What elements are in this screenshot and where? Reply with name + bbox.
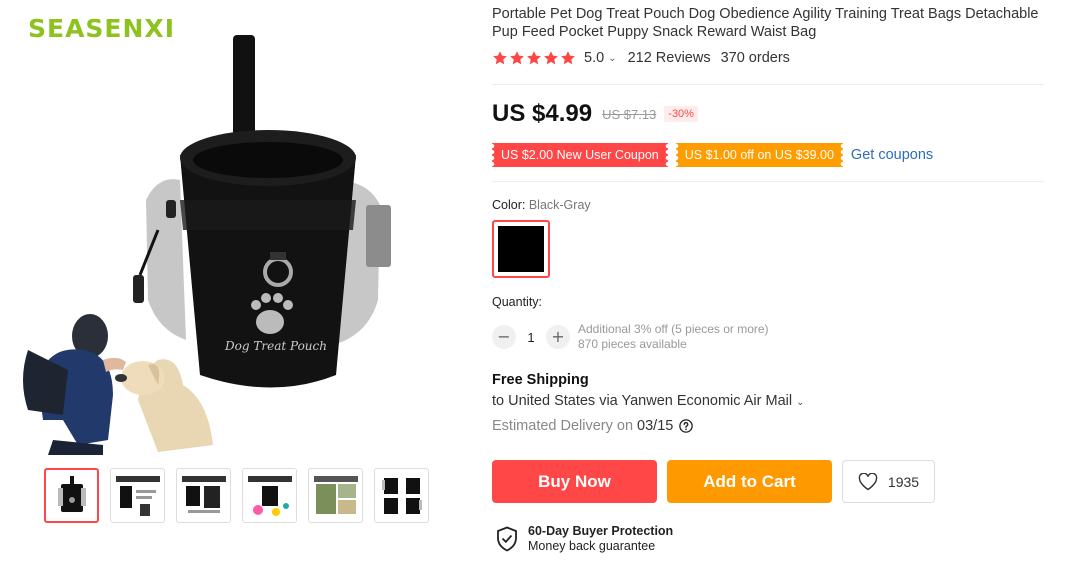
thumbnail-image bbox=[57, 475, 86, 512]
heart-icon bbox=[858, 472, 878, 490]
shipping-title: Free Shipping bbox=[492, 372, 589, 388]
chevron-down-icon: ⌄ bbox=[608, 52, 617, 64]
thumbnail-2[interactable] bbox=[110, 468, 165, 523]
stock-available-note: 870 pieces available bbox=[578, 337, 687, 351]
thumbnail-image bbox=[115, 475, 160, 516]
buyer-protection: 60-Day Buyer Protection Money back guara… bbox=[496, 524, 673, 554]
thumbnail-image bbox=[313, 475, 358, 514]
thumbnail-4[interactable] bbox=[242, 468, 297, 523]
wishlist-count: 1935 bbox=[887, 473, 920, 490]
rating-row: 5.0 ⌄ 212 Reviews 370 orders bbox=[492, 50, 790, 66]
thumbnail-6[interactable] bbox=[374, 468, 429, 523]
thumbnail-image bbox=[247, 475, 292, 516]
add-to-cart-button[interactable]: Add to Cart bbox=[667, 460, 832, 503]
treat-pouch: Dog Treat Pouch bbox=[133, 35, 391, 388]
chevron-down-icon: ⌄ bbox=[796, 397, 805, 408]
delivery-date: 03/15 bbox=[637, 418, 674, 434]
main-product-image[interactable]: Dog Treat Pouch bbox=[8, 0, 448, 458]
thumbnail-5[interactable] bbox=[308, 468, 363, 523]
rating-value: 5.0 bbox=[584, 50, 605, 66]
quantity-stepper: − + Additional 3% off (5 pieces or more)… bbox=[492, 322, 769, 352]
quantity-input[interactable] bbox=[516, 325, 546, 349]
shipping-method-dropdown[interactable]: to United States via Yanwen Economic Air… bbox=[492, 393, 804, 409]
star-icon bbox=[544, 51, 558, 65]
brand-logo: SEASENXI bbox=[28, 14, 176, 43]
thumbnail-image bbox=[381, 477, 422, 514]
store-coupon[interactable]: US $1.00 off on US $39.00 bbox=[675, 143, 843, 167]
product-gallery: Dog Treat Pouch SEASENXI bbox=[0, 0, 470, 563]
color-label-text: Color: bbox=[492, 198, 529, 212]
current-price: US $4.99 bbox=[492, 100, 593, 127]
thumbnail-image bbox=[181, 475, 226, 513]
shipping-method-text: to United States via Yanwen Economic Air… bbox=[492, 393, 793, 409]
divider bbox=[492, 84, 1044, 85]
star-rating[interactable] bbox=[492, 50, 576, 66]
divider bbox=[492, 181, 1044, 182]
bulk-discount-note: Additional 3% off (5 pieces or more) bbox=[578, 322, 769, 336]
coupon-row: US $2.00 New User Coupon US $1.00 off on… bbox=[492, 143, 933, 167]
quantity-notes: Additional 3% off (5 pieces or more) 870… bbox=[578, 322, 769, 352]
orders-count: 370 orders bbox=[720, 50, 790, 66]
product-title: Portable Pet Dog Treat Pouch Dog Obedien… bbox=[492, 6, 1039, 40]
buy-now-button[interactable]: Buy Now bbox=[492, 460, 657, 503]
color-value: Black-Gray bbox=[528, 198, 591, 212]
rating-dropdown[interactable]: 5.0 ⌄ bbox=[584, 50, 617, 66]
action-buttons: Buy Now Add to Cart 1935 bbox=[492, 460, 935, 503]
star-icon bbox=[527, 51, 541, 65]
dog-figure bbox=[115, 359, 213, 452]
protection-title: 60-Day Buyer Protection bbox=[528, 524, 674, 538]
quantity-decrease-button[interactable]: − bbox=[492, 325, 516, 349]
new-user-coupon[interactable]: US $2.00 New User Coupon bbox=[492, 143, 668, 167]
reviews-link[interactable]: 212 Reviews bbox=[628, 50, 711, 66]
shield-check-icon bbox=[497, 526, 517, 552]
star-icon bbox=[510, 51, 524, 65]
star-icon bbox=[493, 51, 507, 65]
man-figure bbox=[23, 314, 126, 455]
quantity-label: Quantity: bbox=[492, 295, 543, 309]
estimated-delivery: Estimated Delivery on 03/15 bbox=[492, 418, 694, 434]
help-icon[interactable] bbox=[679, 419, 694, 433]
quantity-increase-button[interactable]: + bbox=[546, 325, 570, 349]
thumbnail-3[interactable] bbox=[176, 468, 231, 523]
pouch-label: Dog Treat Pouch bbox=[224, 339, 327, 353]
thumbnail-1[interactable] bbox=[44, 468, 99, 523]
thumbnail-strip bbox=[44, 468, 429, 523]
price-row: US $4.99 US $7.13 -30% bbox=[492, 100, 698, 128]
swatch-fill bbox=[498, 226, 544, 272]
color-swatch-black-gray[interactable] bbox=[492, 220, 550, 278]
get-coupons-link[interactable]: Get coupons bbox=[851, 147, 933, 163]
color-label: Color: Black-Gray bbox=[492, 198, 591, 212]
protection-text: 60-Day Buyer Protection Money back guara… bbox=[528, 524, 673, 554]
delivery-label: Estimated Delivery on bbox=[492, 418, 634, 434]
original-price: US $7.13 bbox=[602, 106, 657, 122]
star-icon bbox=[561, 51, 575, 65]
protection-subtitle: Money back guarantee bbox=[528, 539, 656, 553]
discount-badge: -30% bbox=[664, 106, 698, 122]
wishlist-button[interactable]: 1935 bbox=[842, 460, 935, 503]
